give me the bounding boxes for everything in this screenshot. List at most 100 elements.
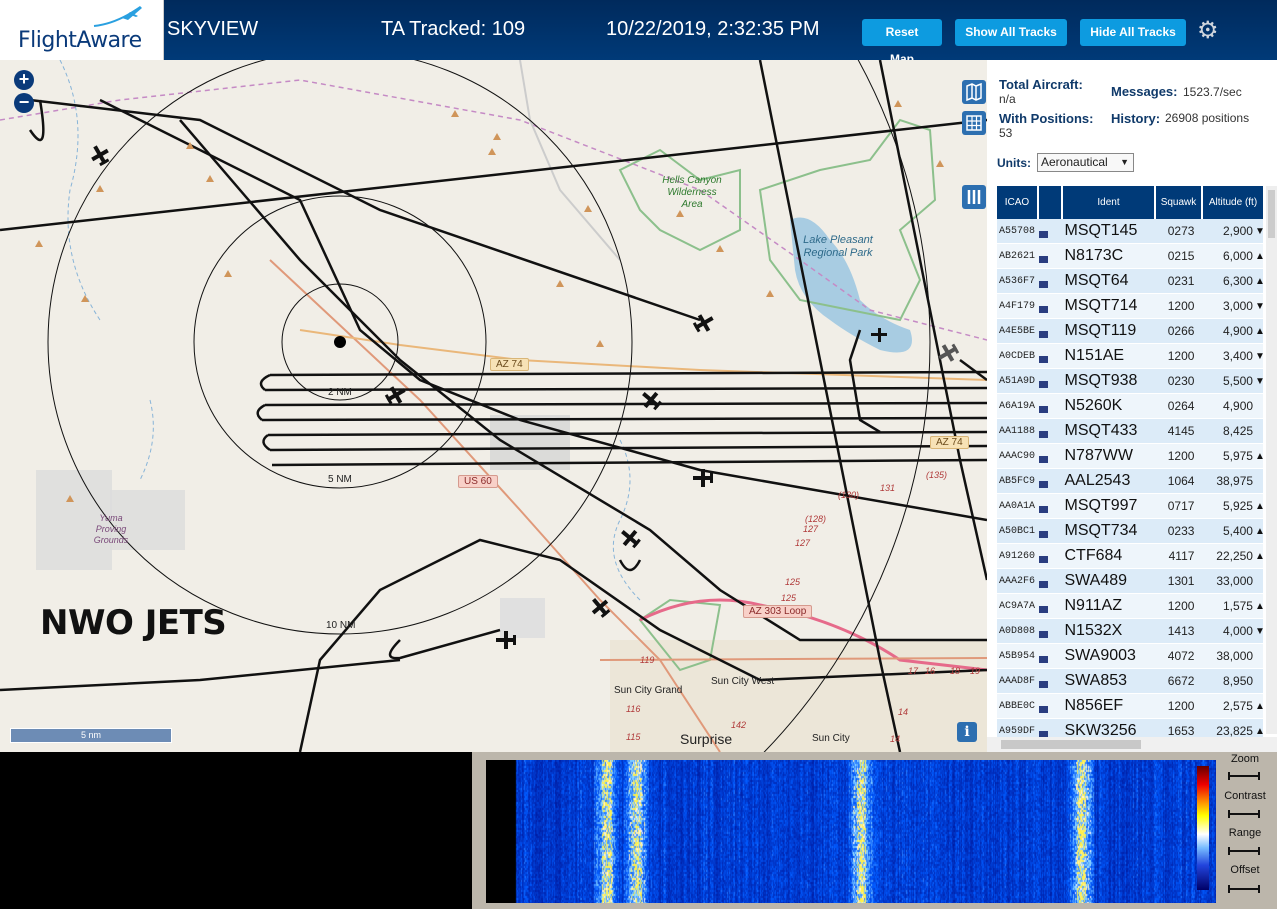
road-num: 16 (925, 666, 936, 676)
cell-icao: A91260 (999, 550, 1036, 562)
zoom-out-button[interactable]: − (14, 93, 34, 113)
col-ident[interactable]: Ident (1063, 186, 1156, 219)
cell-squawk: 0264 (1167, 399, 1195, 413)
table-row[interactable]: ABBE0C N856EF 1200 2,575 ▲ (997, 694, 1265, 719)
reset-map-button[interactable]: Reset Map (862, 19, 942, 66)
table-row[interactable]: A5B954 SWA9003 4072 38,000 (997, 644, 1263, 669)
zoom-slider[interactable] (1228, 772, 1260, 780)
table-row[interactable]: AAAD8F SWA853 6672 8,950 (997, 669, 1263, 694)
altitude-trend-icon: ▼ (1254, 225, 1265, 237)
table-row[interactable]: A51A9D MSQT938 0230 5,500 ▼ (997, 369, 1265, 394)
table-row[interactable]: A0CDEB N151AE 1200 3,400 ▼ (997, 344, 1265, 369)
flightaware-logo[interactable]: FlightAware (0, 0, 164, 60)
cell-altitude: 38,975 (1216, 474, 1254, 488)
table-row[interactable]: AAA2F6 SWA489 1301 33,000 (997, 569, 1263, 594)
table-row[interactable]: A4E5BE MSQT119 0266 4,900 ▲ (997, 319, 1265, 344)
plane-logo-icon (93, 6, 142, 27)
cell-ident: CTF684 (1064, 547, 1123, 564)
place-yuma: Yuma Proving Grounds (93, 513, 129, 545)
col-icao[interactable]: ICAO (997, 186, 1039, 219)
waterfall-display[interactable] (486, 760, 1216, 903)
col-squawk[interactable]: Squawk (1156, 186, 1203, 219)
table-row[interactable]: A536F7 MSQT64 0231 6,300 ▲ (997, 269, 1265, 294)
table-row[interactable]: AC9A7A N911AZ 1200 1,575 ▲ (997, 594, 1265, 619)
table-row[interactable]: A6A19A N5260K 0264 4,900 (997, 394, 1263, 419)
show-all-tracks-button[interactable]: Show All Tracks (955, 19, 1067, 46)
table-row[interactable]: AB2621 N8173C 0215 6,000 ▲ (997, 244, 1265, 269)
cell-altitude: 6,000 (1222, 249, 1253, 263)
cell-altitude: 5,975 (1222, 449, 1253, 463)
cell-icao: AAAC90 (999, 450, 1036, 462)
road-num: 18 (950, 666, 961, 676)
altitude-trend-icon: ▼ (1254, 375, 1265, 387)
place-sun-city-grand: Sun City Grand (614, 685, 683, 696)
cell-ident: MSQT119 (1064, 322, 1137, 339)
table-row[interactable]: AA1188 MSQT433 4145 8,425 (997, 419, 1263, 444)
overlay-label: NWO JETS (40, 603, 227, 643)
map-layers-icon[interactable] (962, 80, 986, 104)
road-num: 116 (626, 704, 641, 714)
cell-ident: SWA853 (1064, 672, 1128, 689)
cell-ident: MSQT997 (1064, 497, 1138, 514)
altitude-trend-icon: ▲ (1254, 325, 1265, 337)
table-row[interactable]: A91260 CTF684 4117 22,250 ▲ (997, 544, 1265, 569)
cell-altitude: 5,925 (1222, 499, 1253, 513)
altitude-trend-icon: ▼ (1254, 300, 1265, 312)
cell-icao: A50BC1 (999, 525, 1036, 537)
offset-label: Offset (1230, 864, 1260, 876)
cell-icao: AC9A7A (999, 600, 1036, 612)
cell-squawk: 1200 (1167, 449, 1195, 463)
cell-squawk: 0233 (1167, 524, 1195, 538)
altitude-trend-icon: ▲ (1254, 550, 1265, 562)
panel-horizontal-scrollbar[interactable] (987, 737, 1277, 752)
contrast-slider[interactable] (1228, 810, 1260, 818)
cell-altitude: 2,575 (1222, 699, 1253, 713)
total-aircraft-value: n/a (999, 92, 1016, 106)
cell-icao: AA1188 (999, 425, 1036, 437)
table-row[interactable]: AA0A1A MSQT997 0717 5,925 ▲ (997, 494, 1265, 519)
hide-all-tracks-button[interactable]: Hide All Tracks (1080, 19, 1186, 46)
place-lake-pleasant: Lake Pleasant Regional Park (803, 234, 873, 259)
cell-ident: MSQT433 (1064, 422, 1138, 439)
table-body: A55708 MSQT145 0273 2,900 ▼ AB2621 N8173C 0215 6… (997, 219, 1265, 744)
cell-squawk: 1413 (1167, 624, 1195, 638)
road-az303: AZ 303 Loop (743, 605, 813, 618)
table-scrollbar[interactable] (1266, 186, 1277, 734)
cell-ident: N787WW (1064, 447, 1133, 464)
range-slider[interactable] (1228, 847, 1260, 855)
grid-icon[interactable] (962, 111, 986, 135)
cell-ident: MSQT734 (1064, 522, 1138, 539)
units-select[interactable]: Aeronautical ▼ (1037, 153, 1134, 172)
road-num: (130) (838, 490, 860, 500)
table-row[interactable]: AAAC90 N787WW 1200 5,975 ▲ (997, 444, 1265, 469)
columns-icon[interactable] (962, 185, 986, 209)
contrast-label: Contrast (1224, 790, 1266, 802)
offset-slider[interactable] (1228, 885, 1260, 893)
map-view[interactable]: Hells Canyon Wilderness Area Lake Pleasa… (0, 60, 987, 752)
cell-icao: A4F179 (999, 300, 1036, 312)
place-surprise: Surprise (680, 731, 733, 747)
col-flag[interactable] (1039, 186, 1063, 219)
table-row[interactable]: A4F179 MSQT714 1200 3,000 ▼ (997, 294, 1265, 319)
cell-squawk: 0215 (1167, 249, 1195, 263)
gear-icon[interactable]: ⚙ (1197, 16, 1219, 45)
cell-altitude: 4,900 (1223, 399, 1254, 413)
cell-icao: AA0A1A (999, 500, 1036, 512)
table-row[interactable]: A55708 MSQT145 0273 2,900 ▼ (997, 219, 1265, 244)
cell-icao: AB2621 (999, 250, 1036, 262)
color-scale-bar (1197, 766, 1209, 890)
zoom-in-button[interactable]: + (14, 70, 34, 90)
road-num: 125 (785, 577, 801, 587)
site-name: SKYVIEW (167, 18, 259, 40)
info-icon[interactable]: i (957, 722, 977, 742)
cell-icao: A4E5BE (999, 325, 1036, 337)
table-row[interactable]: AB5FC9 AAL2543 1064 38,975 (997, 469, 1263, 494)
table-row[interactable]: A0D808 N1532X 1413 4,000 ▼ (997, 619, 1265, 644)
cell-squawk: 1200 (1167, 349, 1195, 363)
cell-ident: MSQT714 (1064, 297, 1138, 314)
col-altitude[interactable]: Altitude (ft) (1203, 186, 1263, 219)
messages-value: 1523.7/sec (1183, 85, 1242, 99)
table-row[interactable]: A50BC1 MSQT734 0233 5,400 ▲ (997, 519, 1265, 544)
total-aircraft-label: Total Aircraft: (999, 77, 1083, 92)
cell-squawk: 1653 (1167, 724, 1195, 738)
